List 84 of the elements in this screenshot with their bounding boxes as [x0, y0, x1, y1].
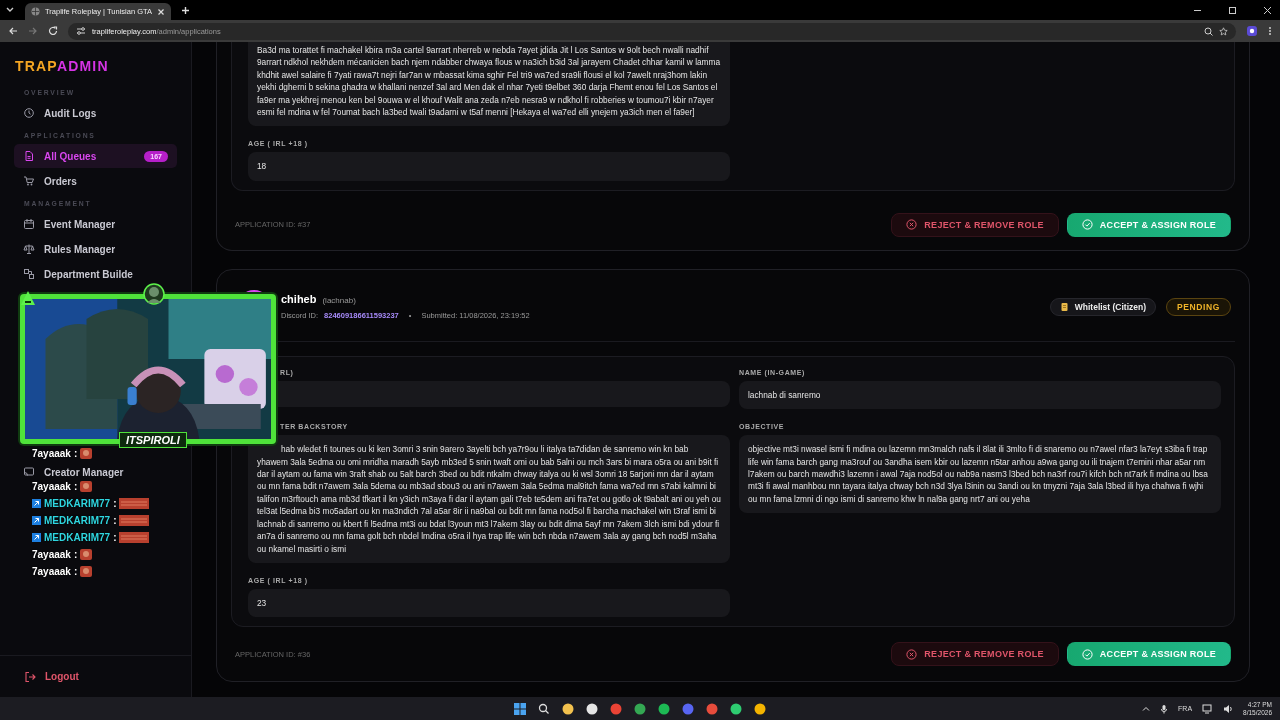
emote-icon	[80, 480, 93, 492]
nav-icon	[23, 107, 35, 119]
emote-icon	[80, 565, 93, 577]
arrow-badge-icon	[32, 515, 41, 525]
more-icon[interactable]	[1268, 26, 1272, 36]
extension-icon[interactable]	[1246, 25, 1258, 37]
nav-item[interactable]: Audit Logs	[14, 101, 177, 125]
x-circle-icon	[906, 219, 918, 231]
nav-icon	[23, 243, 35, 255]
chat-username: 7ayaaak	[32, 480, 71, 492]
nav-icon	[23, 175, 35, 187]
chat-username: 7ayaaak	[32, 548, 71, 560]
nav-item[interactable]: Event Manager	[14, 212, 177, 236]
nav-item[interactable]: Creator Manager	[14, 465, 177, 479]
site-info-icon	[76, 26, 86, 36]
chat-username: 7ayaaak	[32, 447, 71, 459]
logout-icon	[24, 670, 36, 683]
field-value: lachnab di sanremo	[739, 380, 1221, 410]
chat-colon: :	[73, 447, 78, 459]
emote-icon	[119, 497, 150, 509]
logo: TRAPADMIN	[14, 58, 110, 74]
search-icon[interactable]	[538, 702, 550, 715]
emote-icon	[119, 514, 150, 526]
close-icon[interactable]	[157, 7, 165, 16]
nav-item[interactable]: Orders	[14, 169, 177, 193]
x-circle-icon	[906, 648, 918, 660]
start-icon[interactable]	[514, 702, 526, 715]
chat-colon: :	[113, 514, 117, 526]
field-value: Ba3d ma torattet fi machakel kbira m3a cartel 9arrart nherreb w nebda 7ayet jdida Jit l Los Santos w 9olt bech nwalli nadhif 9arrart ndkhol nekhdem mécanicien bach njem ndabber chwaya flous w na3ich b3id 3al jarayem Chadet chhar kamil w lamma khdhit awel salaire fi 7yati rawa7t nejri far7an w mbassat kima sghir Fel tri9 wa7ed sra9li flousi el kol 7awelt nraj3hom lakin yekhi dgherni b sekina ghadra w khallani nenzef 3al ard Men dak el nhar 7yeti t9elbet 360 darja Fhemt enou fel Los Santos el fa9er ma yekhrej menou ken bel 9ouwa w el khouf Walit ana zeda n7eb nesra9 w ndkhol fi robberies w toumou7i kbir n7ayer esmi fel mdina w fel 7oumat bach la3bed twali t9adarni w t5af menni [Hekaya el wa7ed elli ynejem ya3ich men el fa9er]	[248, 42, 730, 127]
status-badge: PENDING	[1166, 297, 1231, 316]
close-icon[interactable]	[1263, 5, 1272, 15]
streamer-name: ITSPIROLI	[119, 432, 187, 448]
arrow-badge-icon	[32, 498, 41, 508]
nav-item[interactable]: Department Builde	[14, 262, 177, 286]
app-icon[interactable]	[730, 702, 742, 715]
mascot-icon	[143, 283, 165, 305]
nav-item[interactable]: Rules Manager	[14, 237, 177, 261]
globe-icon	[31, 7, 40, 16]
check-circle-icon	[1081, 219, 1093, 231]
chat-username: MEDKARIM77	[44, 497, 111, 509]
volume-icon[interactable]	[1223, 703, 1234, 714]
nav-icon	[23, 466, 35, 478]
reload-icon[interactable]	[48, 26, 58, 36]
arrow-badge-icon	[32, 532, 41, 542]
network-icon[interactable]	[1202, 703, 1214, 714]
check-circle-icon	[1081, 648, 1093, 660]
emote-icon	[80, 548, 93, 560]
back-icon[interactable]	[8, 26, 18, 36]
chat-colon: :	[113, 531, 117, 543]
applicant-name: chiheb	[281, 293, 317, 306]
chat-colon: :	[113, 497, 117, 509]
field-value: hab wledet fi tounes ou ki ken 3omri 3 snin 9arero 3ayelti bch ya7r9ou li italya ta7didan de sanremo win kn bab yhawem 3ala 5edma ou omi mridha maradh 5ayb mb3ed 5 snin twaft omi ou bab 5alni ou mch 3ars bi mara o5ra ou ani b9it fi dar il aytam ou fama win 3raft shab ou 5alt barch 3bed ou bdit ntkalm chway italya ou ki wsl 3omri 18 5arjoni mn dar il aytam ou mn fama bdit n7awem 3ala 5dema ou mb3ad sbou3 ou ani n7awem 3ala 5edma mal9itch fama wa7ed mn s7abi kalmni bi talifon m3rftouch ama mb3d tfkart il kn y3ich m3aya fi dar il aytam gali t7eb te5dem ani fra7et ou gotlo ok t9abalt ani ou yeh ou tel3at l5edma bi3 mo5adart ou kn ma3ndich 7al a5ar 8ir ii na9bal ou bdit mn fama nod5ol fi barcha machakel win t3raf ismi bi lachnab di sanremo ou kbert fi l5edma mt3i ou bdat l3youn mt3 l7akem 3lay ou bdit dima 5ayf mn 7akem 3lch ismi bdi ydour fi an7a di sanremo ou mn fama golt bch nbdel lmdina o5ra il hya trap life win bch nbda n7awem 3ala ay gang bch nod5l m3aha ou nkamel masirti o ismi	[248, 435, 730, 563]
reject-button[interactable]: REJECT & REMOVE ROLE	[891, 212, 1059, 237]
nav-icon	[23, 268, 35, 280]
queue-tag: Whitelist (Citizen)	[1049, 297, 1157, 316]
chat-colon: :	[73, 548, 78, 560]
nav-icon	[23, 218, 35, 230]
badge-icon	[19, 289, 37, 307]
field-value: 23	[248, 588, 730, 618]
field-value: 18	[248, 152, 730, 181]
maximize-icon[interactable]	[1228, 5, 1237, 15]
chat-colon: :	[73, 565, 78, 577]
star-icon[interactable]	[1219, 26, 1228, 36]
new-tab-icon[interactable]	[181, 5, 190, 15]
emote-icon	[80, 447, 93, 459]
chat-colon: :	[73, 480, 78, 492]
forward-icon[interactable]	[28, 26, 38, 36]
chevron-up-icon[interactable]	[1142, 704, 1151, 713]
chat-username: MEDKARIM77	[44, 514, 111, 526]
microphone-icon[interactable]	[1160, 703, 1169, 714]
chat-username: 7ayaaak	[32, 565, 71, 577]
field-value: objective mt3i nwasel ismi fi mdina ou lazemn mn3malch nafs il 8lat ili 3mlto fi di snaremo ou n7awel nfar3 la7eyt s3iba fi trap life win fama barch gang ma3rouf ou 3andha isem kbir ou lazemn n5tar anhou a9wa gang ou ili tnajem t7emini nhar a5ar nm l7akem ou barch mawdhi3 lazemn i awal 7aja nod5ol ou nab9a nasm3 l3bed bch na3rf rou7i kifch bch nt7ark fi mdina ou lbsa mt3i fi awal manhbou mn tayara italya chway bch n3d 3lya l3inin ou 3andi ou kn tmyzni 7aja 3ala l3bed ili hya chahwa fi wjhi ou mn fama lzmni di ngo ismi di sanremo khw ln nal9a gang nrt7 ani ou yeha	[739, 435, 1221, 514]
nav-icon	[23, 150, 35, 162]
zoom-icon[interactable]	[1204, 26, 1213, 36]
app-icon[interactable]	[658, 702, 670, 715]
chat-username: MEDKARIM77	[44, 531, 111, 543]
username: (lachnab)	[322, 296, 356, 306]
emote-icon	[119, 531, 150, 543]
app-icon[interactable]	[754, 702, 766, 715]
reject-button[interactable]: REJECT & REMOVE ROLE	[891, 642, 1059, 667]
app-icon[interactable]	[562, 702, 574, 715]
app-icon[interactable]	[634, 702, 646, 715]
scroll-icon	[1059, 301, 1069, 312]
app-icon[interactable]	[586, 702, 598, 715]
